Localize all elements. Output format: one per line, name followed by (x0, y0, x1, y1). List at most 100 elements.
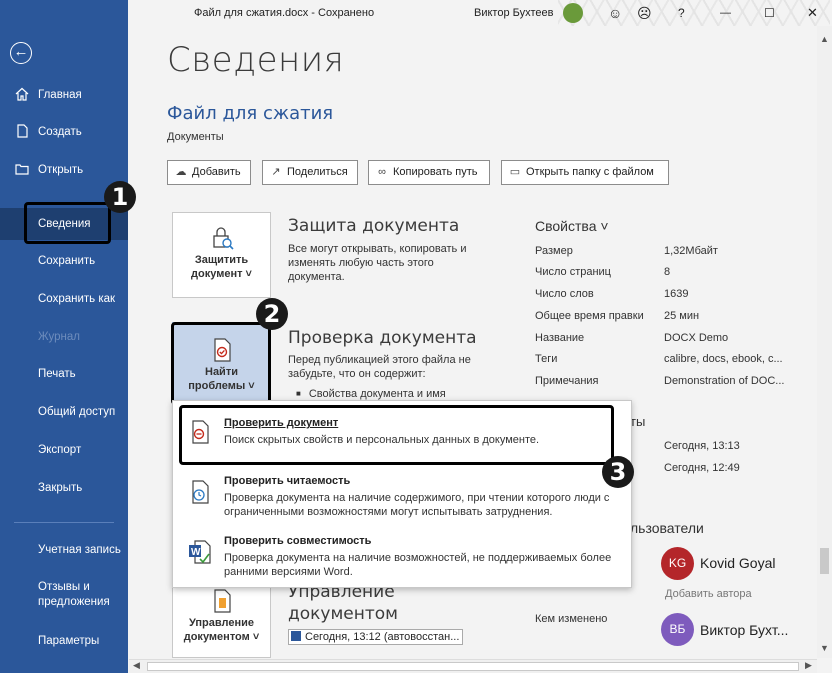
inspect-bullet-text: Свойства документа и имя (308, 388, 446, 400)
horizontal-scrollbar[interactable]: ◀ ▶ (129, 659, 817, 673)
cloud-upload-icon: ☁ (175, 166, 187, 178)
scroll-left-icon[interactable]: ◀ (133, 660, 140, 671)
sidebar-item-label: Главная (38, 89, 82, 101)
user-name[interactable]: Виктор Бухтеев (474, 0, 553, 26)
protect-document-tile[interactable]: Защитить документ ˅ (172, 212, 271, 298)
menu-item-check-compatibility[interactable]: W Проверить совместимость Проверка докум… (173, 529, 631, 585)
properties-header[interactable]: Свойства ˅ (535, 218, 609, 234)
manage-document-tile[interactable]: Управление документом ˅ (172, 580, 271, 658)
sidebar-item-label: Учетная запись (38, 544, 121, 556)
new-doc-icon (14, 124, 30, 140)
share-label: Поделиться (287, 166, 348, 178)
sidebar-item-save-as[interactable]: Сохранить как (0, 284, 128, 314)
sidebar-item-history: Журнал (0, 322, 128, 352)
prop-key-title: Название (535, 332, 585, 344)
menu-item-desc: Проверка документа на наличие содержимог… (224, 492, 610, 518)
prop-value-edit-time: 25 мин (664, 310, 700, 322)
prop-key-size: Размер (535, 245, 573, 257)
sidebar-item-account[interactable]: Учетная запись (0, 535, 128, 565)
prop-value-tags[interactable]: calibre, docs, ebook, c... (664, 353, 783, 365)
backstage-sidebar: ← Главная Создать Открыть Сведения Сохра… (0, 0, 128, 673)
smile-icon[interactable]: ☺ (608, 0, 622, 26)
modifier-name[interactable]: Виктор Бухт... (700, 622, 788, 638)
add-label: Добавить (192, 166, 241, 178)
share-icon: ↗ (271, 166, 281, 178)
sidebar-item-label: Параметры (38, 635, 100, 647)
sidebar-item-label: Отзывы и предложения (38, 581, 110, 608)
frown-icon[interactable]: ☹ (637, 0, 652, 26)
sidebar-item-label: Журнал (38, 331, 80, 343)
sidebar-item-label: Создать (38, 126, 82, 138)
word-compatibility-icon: W (189, 540, 211, 564)
step-badge-2: 2 (256, 298, 288, 330)
related-dates-header: ты (630, 414, 646, 429)
add-author-link[interactable]: Добавить автора (665, 588, 752, 600)
scroll-down-icon[interactable]: ▼ (820, 643, 829, 653)
close-button[interactable]: ✕ (807, 0, 818, 26)
scroll-thumb[interactable] (820, 548, 829, 574)
related-people-header: льзователи (630, 520, 704, 536)
sidebar-divider (14, 522, 114, 523)
copy-path-button[interactable]: ∞ Копировать путь (368, 160, 490, 185)
highlight-find-problems (171, 322, 271, 405)
sidebar-item-label: Закрыть (38, 482, 83, 494)
link-icon: ∞ (378, 166, 386, 178)
vertical-scrollbar[interactable]: ▲ ▼ (817, 26, 832, 658)
author-name[interactable]: Kovid Goyal (700, 555, 775, 571)
prop-key-pages: Число страниц (535, 266, 611, 278)
sidebar-item-open[interactable]: Открыть (0, 155, 128, 185)
highlight-inspect-document (179, 405, 614, 465)
open-folder-button[interactable]: ▭ Открыть папку с файлом (501, 160, 669, 185)
prop-value-comments[interactable]: Demonstration of DOC... (664, 375, 784, 387)
prop-value-pages: 8 (664, 266, 671, 278)
inspect-bullet: ■ Свойства документа и имя (296, 387, 446, 401)
protect-title: Защита документа (288, 216, 460, 236)
home-icon (14, 87, 30, 103)
scroll-right-icon[interactable]: ▶ (805, 660, 812, 671)
sidebar-item-label: Сохранить как (38, 293, 116, 305)
scroll-up-icon[interactable]: ▲ (820, 34, 829, 44)
sidebar-item-home[interactable]: Главная (0, 80, 128, 110)
sidebar-item-new[interactable]: Создать (0, 117, 128, 147)
sidebar-item-close[interactable]: Закрыть (0, 473, 128, 503)
accessibility-check-icon (192, 480, 209, 504)
file-location[interactable]: Документы (167, 131, 224, 143)
protect-tile-label: Защитить документ ˅ (191, 254, 252, 280)
highlight-info (24, 202, 111, 244)
sidebar-item-export[interactable]: Экспорт (0, 435, 128, 465)
share-button[interactable]: ↗ Поделиться (262, 160, 358, 185)
menu-item-check-accessibility[interactable]: Проверить читаемость Проверка документа … (173, 469, 631, 525)
help-button[interactable]: ? (678, 0, 685, 26)
sidebar-item-print[interactable]: Печать (0, 359, 128, 389)
svg-text:W: W (191, 547, 201, 558)
bullet-icon: ■ (296, 389, 301, 398)
protect-desc: Все могут открывать, копировать и изменя… (288, 243, 467, 283)
prop-value-title[interactable]: DOCX Demo (664, 332, 728, 344)
version-item[interactable]: Сегодня, 13:12 (автовосстан... (288, 629, 463, 645)
sidebar-item-share[interactable]: Общий доступ (0, 397, 128, 427)
sidebar-item-feedback[interactable]: Отзывы и предложения (0, 578, 110, 612)
sidebar-item-save[interactable]: Сохранить (0, 246, 128, 276)
step-badge-1: 1 (104, 181, 136, 213)
add-button[interactable]: ☁ Добавить (167, 160, 251, 185)
date-modified: Сегодня, 13:13 (664, 440, 740, 452)
prop-key-tags: Теги (535, 353, 558, 365)
manage-document-icon (213, 589, 231, 613)
back-arrow-icon[interactable]: ← (10, 42, 32, 64)
minimize-button[interactable]: — (720, 0, 731, 26)
modified-by-label: Кем изменено (535, 613, 608, 625)
sidebar-item-label: Экспорт (38, 444, 82, 456)
sidebar-item-options[interactable]: Параметры (0, 626, 128, 656)
file-name: Файл для сжатия (167, 103, 334, 124)
prop-key-edit-time: Общее время правки (535, 310, 644, 322)
sidebar-item-label: Сохранить (38, 255, 96, 267)
maximize-button[interactable]: ☐ (764, 0, 775, 26)
menu-item-title: Проверить читаемость (224, 475, 351, 487)
prop-key-comments: Примечания (535, 375, 599, 387)
menu-item-title: Проверить совместимость (224, 535, 372, 547)
date-created: Сегодня, 12:49 (664, 462, 740, 474)
copy-path-label: Копировать путь (393, 166, 478, 178)
scroll-thumb-horizontal[interactable] (147, 662, 799, 671)
open-folder-label: Открыть папку с файлом (526, 166, 654, 178)
user-avatar[interactable] (563, 3, 583, 23)
